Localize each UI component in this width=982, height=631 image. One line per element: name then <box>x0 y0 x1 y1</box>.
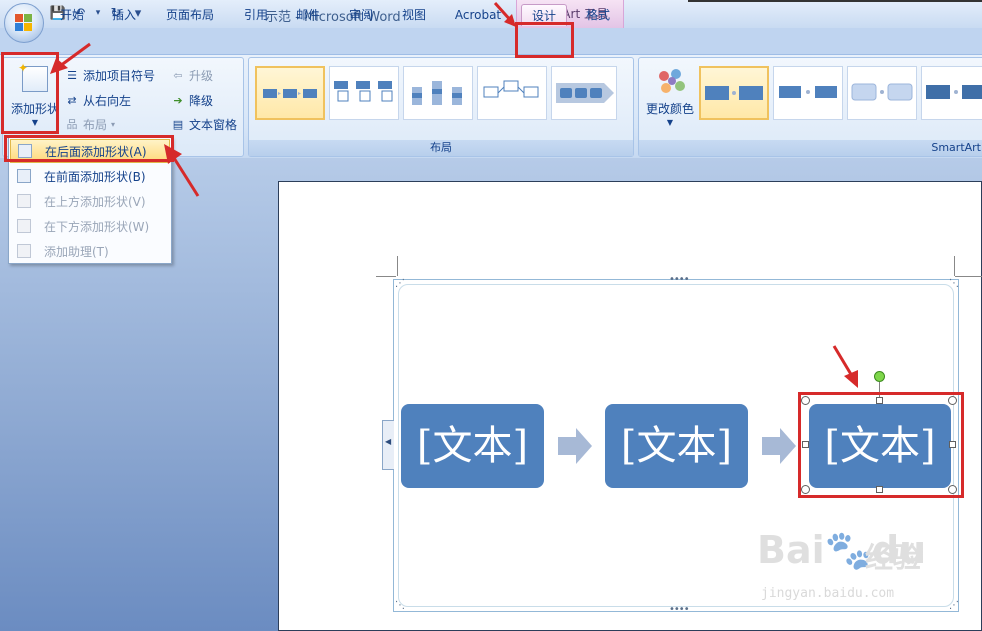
menu-add-shape-above[interactable]: 在上方添加形状(V) <box>10 189 170 213</box>
frame-corner-handle[interactable]: ⋱ <box>949 278 959 289</box>
frame-corner-handle[interactable]: ⋱ <box>395 600 405 611</box>
annotation-arrow-selected-shape <box>832 345 858 388</box>
style-white-outline-icon <box>777 84 839 100</box>
text-pane-button[interactable]: ▤ 文本窗格 <box>171 114 237 134</box>
office-logo-icon <box>15 14 33 32</box>
chevron-down-icon: ▼ <box>666 118 674 127</box>
menu-add-shape-before-label: 在前面添加形状(B) <box>44 169 146 184</box>
org-chart-icon: 品 <box>66 118 78 131</box>
demote-button[interactable]: ➔ 降级 <box>171 90 213 110</box>
tab-references[interactable]: 引用 <box>236 4 276 26</box>
smartart-arrow-2 <box>762 428 796 464</box>
add-shape-below-icon <box>17 219 31 233</box>
undo-dropdown-icon[interactable]: ▾ <box>94 5 102 21</box>
crop-mark <box>954 256 955 276</box>
demote-arrow-icon: ➔ <box>173 93 183 107</box>
layout-button[interactable]: 品 布局 ▾ <box>65 114 116 134</box>
layouts-group: ▲ ▼ ▾ 布局 <box>248 57 878 157</box>
text-pane-icon: ▤ <box>172 117 184 131</box>
add-shape-above-icon <box>17 194 31 208</box>
frame-resize-handle-top[interactable]: •••• <box>669 274 690 285</box>
rotation-handle[interactable] <box>874 371 885 382</box>
title-bar-edge <box>688 0 982 2</box>
layout-chevron-process-icon <box>556 83 614 103</box>
chevron-down-icon: ▾ <box>111 119 116 129</box>
smartart-arrow-1 <box>558 428 592 464</box>
style-moderate-effect[interactable] <box>921 66 982 120</box>
change-colors-button[interactable]: 更改颜色 ▼ <box>643 64 697 134</box>
promote-button[interactable]: ⇦ 升级 <box>171 65 213 85</box>
right-to-left-button[interactable]: ⇄ 从右向左 <box>65 90 131 110</box>
add-assistant-icon <box>17 244 31 258</box>
tab-mailings[interactable]: 邮件 <box>288 4 328 26</box>
crop-mark <box>397 256 398 276</box>
smartart-shape-2[interactable]: [文本] <box>605 404 748 488</box>
crop-mark <box>376 276 396 277</box>
layouts-group-label: 布局 <box>249 140 633 156</box>
tab-format[interactable]: 格式 <box>578 4 618 26</box>
right-to-left-label: 从右向左 <box>83 93 132 108</box>
layout-step-process[interactable] <box>329 66 399 120</box>
smartart-styles-group: 更改颜色 ▼ SmartArt <box>638 57 982 157</box>
baidu-jingyan-watermark: Bai🐾du 经验 jingyan.baidu.com <box>757 520 957 620</box>
menu-add-shape-before[interactable]: 在前面添加形状(B) <box>10 164 170 188</box>
layout-label: 布局 <box>83 117 108 132</box>
menu-add-assistant-label: 添加助理(T) <box>44 244 109 259</box>
promote-arrow-icon: ⇦ <box>173 68 183 82</box>
layout-vertical-process[interactable] <box>403 66 473 120</box>
smartart-styles-group-label: SmartArt <box>639 140 982 156</box>
annotation-arrow-add-after <box>164 144 200 197</box>
menu-add-shape-below-label: 在下方添加形状(W) <box>44 219 150 234</box>
style-simple-fill-icon <box>705 86 763 100</box>
tab-review[interactable]: 审阅 <box>341 4 381 26</box>
annotation-arrow-design-tab <box>493 1 516 27</box>
add-shape-before-icon <box>17 169 31 183</box>
layout-connected-process[interactable] <box>477 66 547 120</box>
menu-add-shape-below[interactable]: 在下方添加形状(W) <box>10 214 170 238</box>
layout-step-process-icon <box>334 81 393 102</box>
layout-vertical-process-icon <box>412 81 462 105</box>
tab-page-layout[interactable]: 页面布局 <box>158 4 222 26</box>
annotation-box-add-after <box>4 135 174 162</box>
annotation-box-selected-shape <box>798 392 964 498</box>
demote-label: 降级 <box>189 93 214 108</box>
style-subtle-effect-icon <box>851 83 913 101</box>
swap-arrows-icon: ⇄ <box>67 93 77 107</box>
chevron-left-icon: ◀ <box>385 437 392 446</box>
tab-home[interactable]: 开始 <box>52 4 92 26</box>
change-colors-label: 更改颜色 <box>645 102 694 116</box>
style-white-outline[interactable] <box>773 66 843 120</box>
style-simple-fill[interactable] <box>699 66 769 120</box>
watermark-brand: 经验 <box>865 541 922 574</box>
style-subtle-effect[interactable] <box>847 66 917 120</box>
office-button[interactable] <box>4 3 44 43</box>
style-moderate-effect-icon <box>926 85 982 99</box>
tab-view[interactable]: 视图 <box>394 4 434 26</box>
text-pane-label: 文本窗格 <box>189 117 238 132</box>
frame-corner-handle[interactable]: ⋰ <box>395 278 405 289</box>
annotation-arrow-add-shape <box>50 42 91 74</box>
annotation-box-design-tab <box>515 22 574 58</box>
menu-add-assistant[interactable]: 添加助理(T) <box>10 239 170 263</box>
crop-mark <box>955 276 982 277</box>
menu-add-shape-above-label: 在上方添加形状(V) <box>44 194 146 209</box>
layout-basic-process[interactable] <box>255 66 325 120</box>
tab-insert[interactable]: 插入 <box>104 4 144 26</box>
color-palette-icon <box>659 69 685 93</box>
promote-label: 升级 <box>189 68 214 83</box>
layout-chevron-process[interactable] <box>551 66 617 120</box>
layout-basic-process-icon <box>263 89 317 98</box>
text-pane-toggle[interactable]: ◀ <box>382 420 394 470</box>
ribbon-tab-row <box>0 28 982 54</box>
layout-connected-process-icon <box>483 80 539 98</box>
frame-resize-handle-bottom[interactable]: •••• <box>669 604 690 615</box>
watermark-url: jingyan.baidu.com <box>761 586 895 601</box>
smartart-shape-1[interactable]: [文本] <box>401 404 544 488</box>
